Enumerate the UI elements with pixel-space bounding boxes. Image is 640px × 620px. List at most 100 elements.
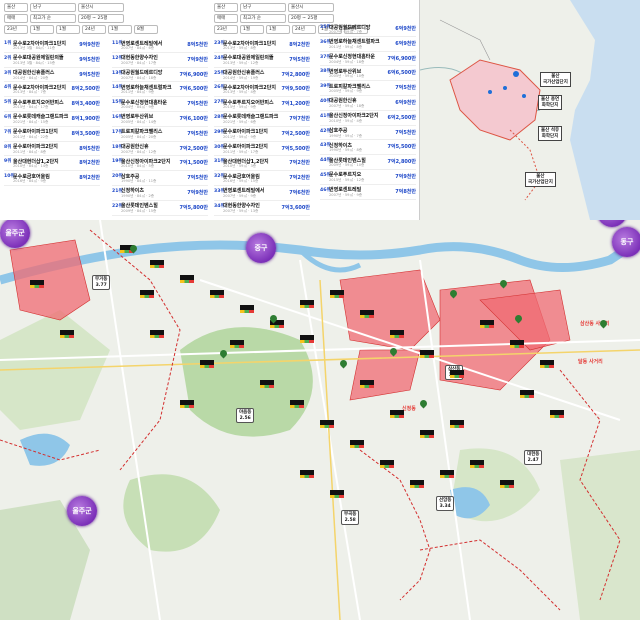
listing-row[interactable]: 19위 울산신정아이파크2단지 2010년 · 84㎡ · 5층 7억1,500만 [112, 156, 208, 172]
start-day-select[interactable]: 1월 [56, 25, 80, 34]
apartment-tag[interactable] [450, 420, 464, 428]
apartment-tag[interactable] [520, 390, 534, 398]
trade-type-select[interactable]: 매매 [214, 14, 238, 23]
size-select[interactable]: 20평 ~ 25평 [78, 14, 124, 23]
listing-row[interactable]: 14위 번영로하늘채센트럴파크 2011년 · 84㎡ · 9층 7억6,500만 [112, 82, 208, 98]
listing-row[interactable]: 32위 문수로금호어울림 2016년 · 59㎡ · 15층 7억2천만 [214, 171, 310, 186]
apartment-tag[interactable] [380, 460, 394, 468]
apartment-tag[interactable] [230, 340, 244, 348]
apartment-tag[interactable] [300, 335, 314, 343]
apartment-tag[interactable] [540, 360, 554, 368]
apartment-tag[interactable] [180, 275, 194, 283]
start-year-select[interactable]: 23년 [214, 25, 238, 34]
apartment-tag[interactable] [260, 380, 274, 388]
listing-row[interactable]: 37위 문수로신정현대홈타운 2004년 · 59㎡ · 18층 7억6,900만 [320, 52, 416, 67]
apartment-tag[interactable] [300, 470, 314, 478]
apartment-tag[interactable] [410, 480, 424, 488]
district-select[interactable]: 남구 [240, 3, 286, 12]
listing-row[interactable]: 20위 삼호주공 1990년 · 84㎡ · 11층 7억5천만 [112, 171, 208, 186]
listing-row[interactable]: 28위 문수로롯데캐슬그랜드파크 2021년 · 59㎡ · 6층 7억7천만 [214, 112, 310, 127]
listing-row[interactable]: 41위 울산신정아이파크2단지 2010년 · 59㎡ · 4층 6억2,500만 [320, 111, 416, 126]
apartment-tag[interactable] [330, 290, 344, 298]
listing-row[interactable]: 36위 번영로하늘채센트럴파크 2011년 · 59㎡ · 8층 6억9천만 [320, 37, 416, 52]
sort-select[interactable]: 최고가 순 [30, 14, 76, 23]
listing-row[interactable]: 44위 울산롯데인벤스힐 2009년 · 59㎡ · 10층 7억2,800만 [320, 155, 416, 170]
apartment-tag[interactable] [200, 360, 214, 368]
listing-row[interactable]: 16위 번영로두산위브 2005년 · 84㎡ · 14층 7억6,100만 [112, 112, 208, 127]
apartment-tag[interactable] [440, 470, 454, 478]
listing-row[interactable]: 15위 문수로신정현대홈타운 2004년 · 84㎡ · 9층 7억5천만 [112, 97, 208, 112]
listing-row[interactable]: 38위 번영로두산위브 2005년 · 59㎡ · 10층 6억6,500만 [320, 66, 416, 82]
listing-row[interactable]: 3위 대공원한신휴플러스 2014년 · 84㎡ · 20층 9억5천만 [4, 68, 100, 83]
apartment-tag[interactable] [500, 480, 514, 488]
apartment-tag[interactable] [450, 370, 464, 378]
listing-row[interactable]: 13위 대공원월드메르디앙 2007년 · 84㎡ · 18층 7억6,900만 [112, 68, 208, 83]
apartment-tag[interactable] [140, 290, 154, 298]
listing-row[interactable]: 7위 문수로아이파크1단지 2011년 · 84㎡ · 22층 8억3,500만 [4, 127, 100, 142]
apartment-tag[interactable] [60, 330, 74, 338]
listing-row[interactable]: 4위 문수로2차아이파크2단지 2013년 · 84㎡ · 7층 8억2,500만 [4, 82, 100, 98]
district-circle[interactable]: 동구 [612, 227, 640, 257]
area-label[interactable]: 부곡동 2.58 [341, 510, 360, 525]
start-day-select[interactable]: 1월 [266, 25, 290, 34]
city-select[interactable]: 울산시 [288, 3, 334, 12]
listing-row[interactable]: 5위 문수로푸르지오어반피스 2015년 · 84㎡ · 17층 8억3,400만 [4, 97, 100, 112]
apartment-tag[interactable] [150, 330, 164, 338]
apartment-tag[interactable] [300, 300, 314, 308]
listing-row[interactable]: 25위 대공원한신휴플러스 2014년 · 59㎡ · 19층 7억2,800만 [214, 68, 310, 83]
listing-row[interactable]: 34위 대현동한양수자인 2007년 · 59㎡ · 13층 7억3,600만 [214, 201, 310, 216]
area-label[interactable]: 대현동 2.47 [524, 450, 543, 465]
district-select[interactable]: 남구 [30, 3, 76, 12]
listing-row[interactable]: 30위 문수로아이파크2단지 2011년 · 59㎡ · 17층 7억5,500만 [214, 142, 310, 157]
listing-row[interactable]: 11위 번영로센트레빌에서 2007년 · 84㎡ · 6층 8억5천만 [112, 38, 208, 53]
apartment-tag[interactable] [420, 430, 434, 438]
apartment-tag[interactable] [390, 410, 404, 418]
apartment-tag[interactable] [350, 440, 364, 448]
location-pin[interactable] [503, 86, 507, 90]
main-map[interactable]: 울주군 중구 북구 동구 울주군 무거동 3.77 야음동 2.56 삼산동 1… [0, 220, 640, 620]
district-circle[interactable]: 울주군 [67, 496, 97, 526]
city-select[interactable]: 울산시 [78, 3, 124, 12]
listing-row[interactable]: 29위 문수로아이파크1단지 2011년 · 59㎡ · 9층 7억2,500만 [214, 127, 310, 142]
listing-row[interactable]: 42위 삼호주공 1990년 · 59㎡ · 7층 7억5천만 [320, 126, 416, 141]
location-pin[interactable] [513, 71, 519, 77]
start-month-select[interactable]: 1월 [30, 25, 54, 34]
listing-row[interactable]: 31위 울산대현더샵1,2단지 2010년 · 59㎡ · 3층 7억2천만 [214, 156, 310, 172]
end-year-select[interactable]: 24년 [292, 25, 316, 34]
apartment-tag[interactable] [30, 280, 44, 288]
end-month-select[interactable]: 1월 [108, 25, 132, 34]
listing-row[interactable]: 27위 문수로푸르지오어반피스 2015년 · 59㎡ · 9층 7억1,200만 [214, 97, 310, 112]
listing-row[interactable]: 9위 울산대현더샵1,2단지 2010년 · 84㎡ · 14층 8억2천만 [4, 156, 100, 172]
sort-select[interactable]: 최고가 순 [240, 14, 286, 23]
trade-type-select[interactable]: 매매 [4, 14, 28, 23]
listing-row[interactable]: 21위 신정하이츠 1990년 · 84㎡ · 2층 7억9천만 [112, 186, 208, 201]
apartment-tag[interactable] [360, 380, 374, 388]
listing-row[interactable]: 6위 문수로롯데캐슬그랜드파크 2021년 · 84㎡ · 15층 8억1,900만 [4, 112, 100, 127]
district-circle[interactable]: 중구 [246, 233, 276, 263]
listing-row[interactable]: 40위 대공원한신휴 2007년 · 59㎡ · 18층 6억9천만 [320, 96, 416, 111]
listing-row[interactable]: 39위 트로피칼파크팰리스 2005년 · 59㎡ · 9층 7억5천만 [320, 81, 416, 96]
listing-row[interactable]: 33위 번영로센트레빌에서 2007년 · 59㎡ · 9층 7억6천만 [214, 186, 310, 201]
location-pin[interactable] [522, 94, 526, 98]
start-month-select[interactable]: 1월 [240, 25, 264, 34]
apartment-tag[interactable] [420, 350, 434, 358]
listing-row[interactable]: 26위 문수로2차아이파크2단지 2013년 · 59㎡ · 4층 7억9,500만 [214, 82, 310, 98]
end-year-select[interactable]: 24년 [82, 25, 106, 34]
listing-row[interactable]: 18위 대공원한신휴 2007년 · 84㎡ · 12층 7억2,500만 [112, 142, 208, 157]
end-day-select[interactable]: 8월 [134, 25, 158, 34]
listing-row[interactable]: 23위 문수로2차아이파크1단지 2013년 · 59㎡ · 8층 8억2천만 [214, 38, 310, 53]
listing-row[interactable]: 24위 문수로대공원에일린의뜰 2013년 · 59㎡ · 12층 7억5천만 [214, 53, 310, 68]
apartment-tag[interactable] [210, 290, 224, 298]
apartment-tag[interactable] [290, 400, 304, 408]
apartment-tag[interactable] [320, 420, 334, 428]
area-label[interactable]: 야음동 2.56 [236, 408, 255, 423]
region-select[interactable]: 울산 [4, 3, 28, 12]
apartment-tag[interactable] [510, 340, 524, 348]
inset-map[interactable]: 울산 국가산업단지 울산 용연 화학단지 울산 석유 화학단지 울산 국가산업단지 [419, 0, 640, 220]
listing-row[interactable]: 12위 대현동한양수자인 2007년 · 84㎡ · 17층 7억9천만 [112, 53, 208, 68]
start-year-select[interactable]: 23년 [4, 25, 28, 34]
location-pin[interactable] [488, 90, 492, 94]
listing-row[interactable]: 2위 문수로대공원에일린의뜰 2013년 3월 · 84㎡ · 15층 9억5천만 [4, 53, 100, 68]
apartment-tag[interactable] [330, 490, 344, 498]
apartment-tag[interactable] [550, 410, 564, 418]
